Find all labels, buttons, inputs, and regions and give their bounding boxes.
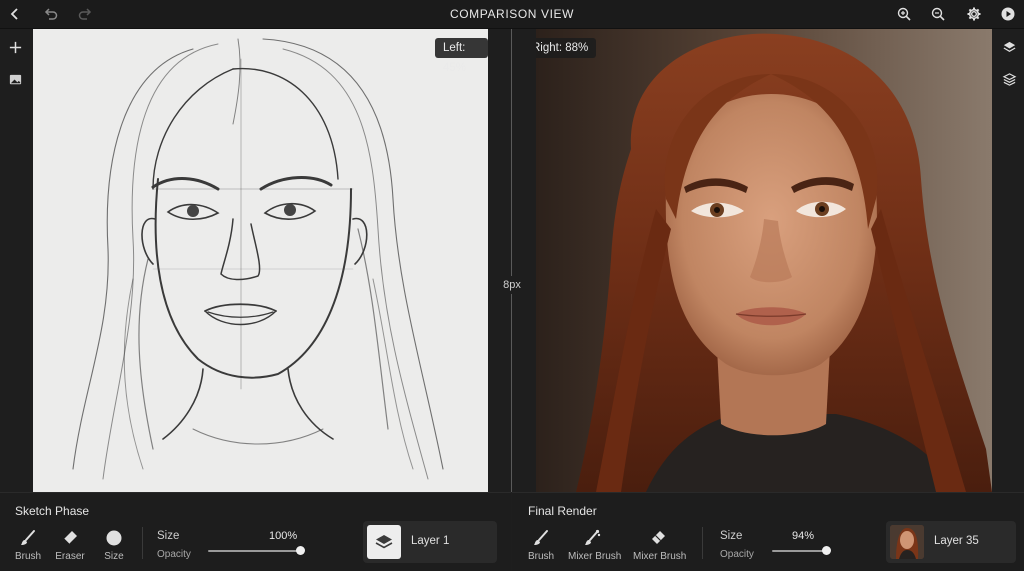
- layer-thumbnail: [367, 525, 401, 559]
- render-canvas[interactable]: Right: 88%: [536, 29, 992, 492]
- size-label: Size: [157, 530, 180, 542]
- divider: [142, 527, 143, 559]
- page-title: COMPARISON VIEW: [449, 7, 575, 21]
- rendered-portrait: [536, 29, 992, 492]
- gap-label: 8px: [498, 276, 526, 294]
- left-opacity-badge: Left: 45%: [435, 38, 488, 74]
- right-toolbar: [994, 29, 1024, 492]
- tool-brush[interactable]: Brush: [519, 528, 563, 562]
- comparison-divider[interactable]: [511, 29, 512, 492]
- layer-name: Layer 35: [934, 535, 979, 547]
- gear-icon[interactable]: [963, 3, 985, 25]
- slider-value: 100%: [269, 530, 298, 542]
- zoom-out-icon[interactable]: [927, 3, 949, 25]
- tool-size[interactable]: Size: [92, 528, 136, 562]
- layers-icon[interactable]: [998, 36, 1020, 58]
- slider-value: 94%: [792, 530, 815, 542]
- layer-card[interactable]: Layer 35: [886, 521, 1016, 563]
- eraser-icon: [60, 528, 80, 548]
- right-opacity-badge: Right: 88%: [536, 38, 597, 58]
- tool-eraser[interactable]: Eraser: [48, 528, 92, 562]
- sketch-portrait: [72, 38, 444, 480]
- layer-card[interactable]: Layer 1: [363, 521, 497, 563]
- sketch-panel: Sketch Phase Brush Eraser Size Size Opac…: [0, 492, 511, 571]
- opacity-label: Opacity: [720, 549, 754, 560]
- divider-zone: [488, 29, 536, 492]
- left-toolbar: [0, 29, 30, 492]
- portrait-thumbnail-icon: [890, 525, 924, 559]
- layers-stack-icon[interactable]: [998, 68, 1020, 90]
- brush-icon: [531, 528, 551, 548]
- layer-thumbnail: [890, 525, 924, 559]
- opacity-slider-thumb[interactable]: [295, 546, 305, 555]
- image-icon[interactable]: [4, 68, 26, 90]
- tool-mixer-brush[interactable]: Mixer Brush: [568, 528, 621, 562]
- panel-title: Final Render: [528, 504, 597, 518]
- opacity-slider-track[interactable]: [208, 550, 300, 552]
- size-label: Size: [720, 530, 743, 542]
- sketch-canvas[interactable]: Left: 45%: [33, 29, 488, 492]
- render-panel: Final Render Brush Mixer Brush Mixer Bru…: [512, 492, 1024, 571]
- mixer-brush-icon: [582, 528, 602, 548]
- mixer-brush-alt-icon: [648, 528, 668, 548]
- top-bar: COMPARISON VIEW: [0, 0, 1024, 29]
- opacity-slider-thumb[interactable]: [822, 546, 832, 555]
- play-icon[interactable]: [997, 3, 1019, 25]
- panel-title: Sketch Phase: [15, 504, 90, 518]
- plus-icon[interactable]: [4, 36, 26, 58]
- zoom-in-icon[interactable]: [893, 3, 915, 25]
- brush-icon: [18, 528, 38, 548]
- divider: [702, 527, 703, 559]
- circle-icon: [104, 528, 124, 548]
- tool-mixer-brush-alt[interactable]: Mixer Brush: [633, 528, 686, 562]
- tool-brush[interactable]: Brush: [6, 528, 50, 562]
- layers-icon: [375, 535, 393, 549]
- opacity-label: Opacity: [157, 549, 191, 560]
- layer-name: Layer 1: [411, 535, 450, 547]
